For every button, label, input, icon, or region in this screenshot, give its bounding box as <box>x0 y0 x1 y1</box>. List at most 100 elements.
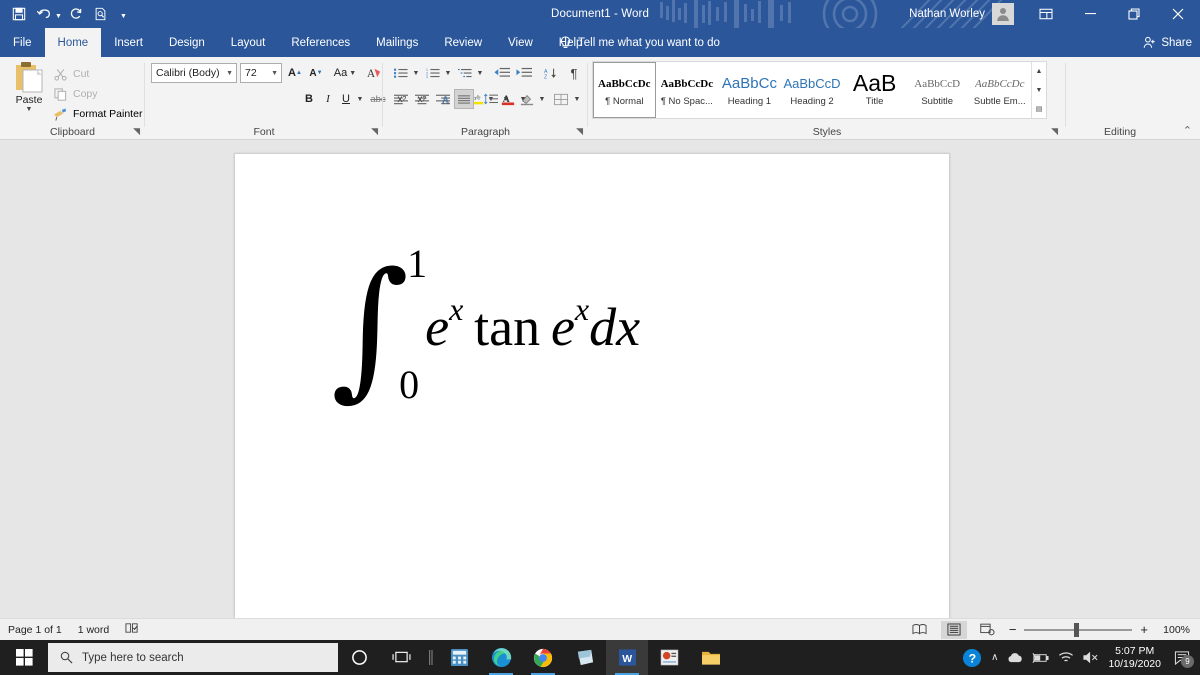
web-layout-button[interactable] <box>975 621 1001 639</box>
paste-button[interactable]: Paste ▼ <box>8 61 50 119</box>
cut-button[interactable]: Cut <box>52 65 89 83</box>
multilevel-list-button[interactable] <box>455 63 475 83</box>
document-page[interactable]: ∫ 1 0 ex tan exdx <box>234 153 950 618</box>
cortana-icon[interactable] <box>338 640 380 675</box>
justify-button[interactable] <box>454 89 474 109</box>
help-icon[interactable]: ? <box>962 648 982 668</box>
copy-button[interactable]: Copy <box>52 85 98 103</box>
clipboard-dialog-launcher[interactable]: ◥ <box>133 126 140 137</box>
grow-font-button[interactable]: A ▲ <box>285 63 305 83</box>
wifi-icon[interactable] <box>1058 651 1074 664</box>
italic-button[interactable]: I <box>319 89 337 109</box>
styles-scroll-up-icon[interactable]: ▲ <box>1032 62 1046 81</box>
underline-dropdown[interactable]: ▼ <box>353 89 365 109</box>
search-input[interactable]: Type here to search <box>48 643 338 672</box>
style-normal[interactable]: AaBbCcDc ¶ Normal <box>593 62 656 118</box>
multilevel-dropdown[interactable]: ▼ <box>474 63 484 83</box>
tab-review[interactable]: Review <box>431 28 495 57</box>
print-layout-button[interactable] <box>940 620 967 639</box>
tab-home[interactable]: Home <box>44 28 102 57</box>
chevron-down-icon[interactable]: ▼ <box>226 70 233 77</box>
proofing-errors-icon[interactable] <box>125 622 139 637</box>
change-case-button[interactable]: Aa ▼ <box>331 63 359 83</box>
chevron-down-icon[interactable]: ▼ <box>271 70 278 77</box>
zoom-out-button[interactable]: − <box>1009 622 1017 637</box>
edge-icon[interactable] <box>480 640 522 675</box>
powerpoint-icon[interactable] <box>648 640 690 675</box>
minimize-button[interactable] <box>1068 0 1112 28</box>
style-heading-1[interactable]: AaBbCc Heading 1 <box>718 62 781 118</box>
font-family-input[interactable]: Calibri (Body) ▼ <box>151 63 237 83</box>
align-right-button[interactable] <box>433 89 453 109</box>
align-left-button[interactable] <box>391 89 411 109</box>
sort-button[interactable]: AZ <box>541 63 561 83</box>
style-title[interactable]: AaB Title <box>843 62 906 118</box>
bold-button[interactable]: B <box>300 89 318 109</box>
line-spacing-button[interactable] <box>481 89 501 109</box>
avatar[interactable] <box>992 3 1014 25</box>
read-mode-button[interactable] <box>907 621 933 639</box>
share-button[interactable]: Share <box>1143 28 1192 57</box>
page-info[interactable]: Page 1 of 1 <box>8 624 62 636</box>
calculator-icon[interactable] <box>438 640 480 675</box>
close-button[interactable] <box>1156 0 1200 28</box>
tab-view[interactable]: View <box>495 28 546 57</box>
format-painter-button[interactable]: Format Painter <box>52 105 142 123</box>
font-size-input[interactable]: 72 ▼ <box>240 63 282 83</box>
styles-more-icon[interactable]: ▤ <box>1032 99 1046 118</box>
tab-insert[interactable]: Insert <box>101 28 156 57</box>
align-center-button[interactable] <box>412 89 432 109</box>
styles-scroll-down-icon[interactable]: ▼ <box>1032 81 1046 100</box>
zoom-slider[interactable] <box>1024 622 1133 637</box>
line-spacing-dropdown[interactable]: ▼ <box>500 89 510 109</box>
tab-layout[interactable]: Layout <box>218 28 279 57</box>
clock[interactable]: 5:07 PM 10/19/2020 <box>1108 645 1161 671</box>
tab-design[interactable]: Design <box>156 28 218 57</box>
style-heading-2[interactable]: AaBbCcD Heading 2 <box>781 62 844 118</box>
volume-muted-icon[interactable] <box>1083 651 1099 664</box>
word-count[interactable]: 1 word <box>78 624 110 636</box>
sticky-notes-icon[interactable] <box>564 640 606 675</box>
ribbon-display-options-icon[interactable] <box>1024 0 1068 28</box>
onedrive-icon[interactable] <box>1007 652 1023 663</box>
svg-text:Z: Z <box>544 74 548 80</box>
task-view-icon[interactable] <box>380 640 422 675</box>
bullets-dropdown[interactable]: ▼ <box>410 63 420 83</box>
style-subtle-emphasis[interactable]: AaBbCcDc Subtle Em... <box>968 62 1031 118</box>
shading-dropdown[interactable]: ▼ <box>536 89 546 109</box>
bullets-button[interactable] <box>391 63 411 83</box>
styles-scrollbar[interactable]: ▲ ▼ ▤ <box>1031 62 1046 118</box>
zoom-level[interactable]: 100% <box>1156 624 1190 636</box>
borders-button[interactable] <box>551 89 571 109</box>
tab-file[interactable]: File <box>0 28 45 57</box>
numbering-dropdown[interactable]: ▼ <box>442 63 452 83</box>
word-icon[interactable]: W <box>606 640 648 675</box>
shrink-font-button[interactable]: A ▼ <box>306 63 326 83</box>
chrome-icon[interactable] <box>522 640 564 675</box>
show-hidden-icons-chevron[interactable]: ∧ <box>991 652 998 663</box>
paragraph-dialog-launcher[interactable]: ◥ <box>576 126 583 137</box>
styles-dialog-launcher[interactable]: ◥ <box>1051 126 1058 137</box>
shading-button[interactable] <box>517 89 537 109</box>
notifications-icon[interactable]: 9 <box>1174 650 1194 668</box>
numbering-button[interactable]: 123 <box>423 63 443 83</box>
file-explorer-icon[interactable] <box>690 640 732 675</box>
paste-dropdown-caret[interactable]: ▼ <box>26 106 33 113</box>
battery-icon[interactable] <box>1032 652 1049 664</box>
increase-indent-button[interactable] <box>513 63 535 83</box>
style-no-spacing[interactable]: AaBbCcDc ¶ No Spac... <box>656 62 719 118</box>
font-dialog-launcher[interactable]: ◥ <box>371 126 378 137</box>
show-formatting-marks-button[interactable]: ¶ <box>565 63 583 83</box>
style-subtitle[interactable]: AaBbCcD Subtitle <box>906 62 969 118</box>
start-button[interactable] <box>0 640 48 675</box>
decrease-indent-button[interactable] <box>491 63 513 83</box>
zoom-slider-thumb[interactable] <box>1074 622 1080 637</box>
restore-button[interactable] <box>1112 0 1156 28</box>
tab-mailings[interactable]: Mailings <box>363 28 431 57</box>
tab-references[interactable]: References <box>278 28 363 57</box>
math-equation[interactable]: ∫ 1 0 ex tan exdx <box>331 234 640 414</box>
collapse-ribbon-button[interactable]: ⌃ <box>1183 124 1192 137</box>
zoom-in-button[interactable]: + <box>1140 622 1148 637</box>
borders-dropdown[interactable]: ▼ <box>571 89 581 109</box>
tell-me-search[interactable]: Tell me what you want to do <box>560 28 720 57</box>
